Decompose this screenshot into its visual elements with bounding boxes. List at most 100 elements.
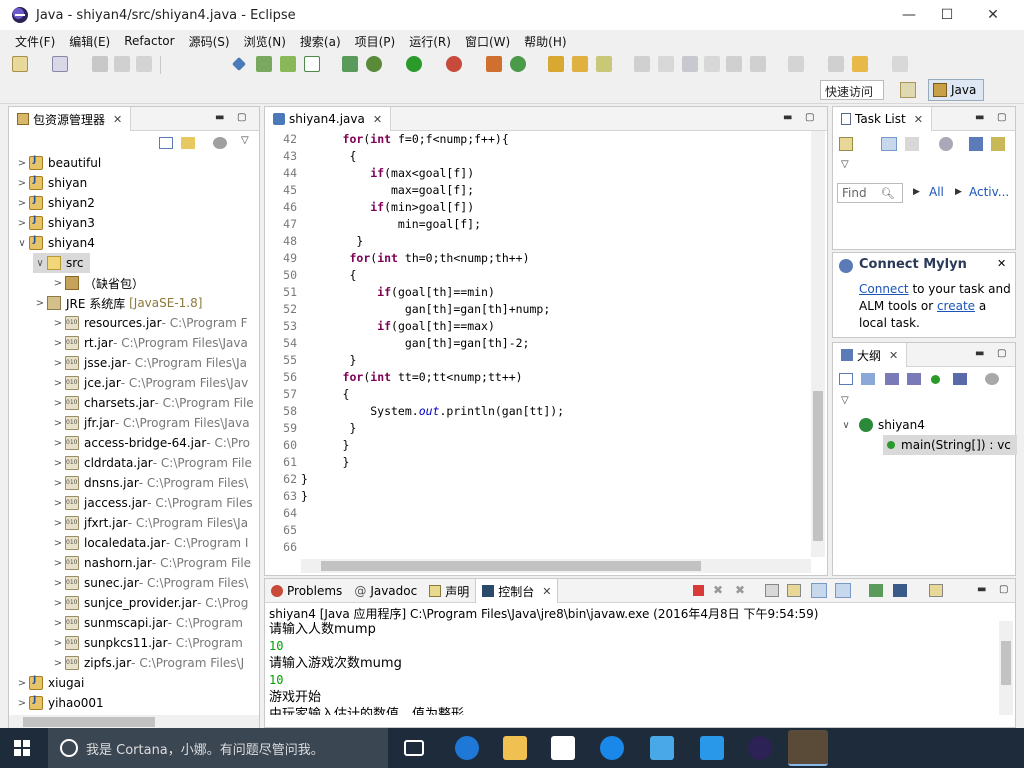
chevron-down-icon[interactable]: ∨ <box>839 420 853 431</box>
create-link[interactable]: create <box>937 299 975 313</box>
minimize-icon[interactable]: ▬ <box>215 112 224 123</box>
tree-jar[interactable]: > sunjce_provider.jar - C:\Prog <box>51 593 248 613</box>
minimize-icon[interactable]: ▬ <box>783 112 792 123</box>
sync-icon[interactable] <box>939 137 953 151</box>
collapse-all-icon[interactable] <box>159 137 173 149</box>
chevron-right-icon[interactable]: > <box>15 698 29 709</box>
chevron-right-icon[interactable]: > <box>51 378 65 389</box>
tree-project-shiyan3[interactable]: > shiyan3 <box>15 213 95 233</box>
chevron-right-icon[interactable]: > <box>51 458 65 469</box>
menu-project[interactable]: 项目(P) <box>348 33 403 50</box>
new-icon[interactable] <box>12 56 28 72</box>
all-link[interactable]: All <box>929 185 944 199</box>
chevron-right-icon[interactable]: > <box>51 418 65 429</box>
maximize-button[interactable]: ☐ <box>924 0 970 30</box>
search-icon[interactable] <box>596 56 612 72</box>
terminate-icon[interactable] <box>693 585 704 596</box>
browser-icon[interactable] <box>600 736 624 760</box>
tree-jar[interactable]: > nashorn.jar - C:\Program File <box>51 553 251 573</box>
scroll-thumb[interactable] <box>1001 641 1011 685</box>
chevron-right-icon[interactable]: > <box>51 498 65 509</box>
menu-run[interactable]: 运行(R) <box>402 33 458 50</box>
categorized-icon[interactable] <box>881 137 897 151</box>
android-icon[interactable] <box>280 56 296 72</box>
console-output[interactable]: 请输入人数mump 10 请输入游戏次数mumg 10 游戏开始 由玩家输入估计的数值，值… <box>265 621 997 715</box>
close-icon[interactable]: ✕ <box>889 349 898 362</box>
open-type-icon[interactable] <box>548 56 564 72</box>
pen-icon[interactable] <box>658 56 674 72</box>
hide-completed-icon[interactable] <box>969 137 983 151</box>
menu-refactor[interactable]: Refactor <box>117 34 181 48</box>
sort-icon[interactable] <box>861 373 875 385</box>
scroll-thumb[interactable] <box>321 561 701 571</box>
tree-project-beautiful[interactable]: > beautiful <box>15 153 101 173</box>
tree-jar[interactable]: > jaccess.jar - C:\Program Files <box>51 493 253 513</box>
tab-shiyan4-java[interactable]: shiyan4.java ✕ <box>265 107 392 131</box>
tree-jar[interactable]: > jce.jar - C:\Program Files\Jav <box>51 373 248 393</box>
chevron-right-icon[interactable]: > <box>15 158 29 169</box>
chevron-right-icon[interactable]: > <box>51 478 65 489</box>
menu-navigate[interactable]: 浏览(N) <box>237 33 293 50</box>
chevron-down-icon[interactable]: ▽ <box>841 395 849 406</box>
pin-console-icon[interactable] <box>869 584 883 597</box>
clear-console-icon[interactable] <box>765 584 779 597</box>
windows-start-icon[interactable] <box>14 740 30 756</box>
chevron-right-icon[interactable]: > <box>51 538 65 549</box>
close-icon[interactable]: ✕ <box>914 113 923 126</box>
chevron-down-icon[interactable]: ∨ <box>15 238 29 249</box>
next-annotation-icon[interactable] <box>750 56 766 72</box>
scroll-thumb[interactable] <box>23 717 155 727</box>
tree-jre-library[interactable]: > JRE 系统库 [JavaSE-1.8] <box>33 293 202 313</box>
chevron-down-icon[interactable]: ∨ <box>33 258 47 269</box>
maximize-icon[interactable]: ▢ <box>997 348 1006 359</box>
tree-jar[interactable]: > dnsns.jar - C:\Program Files\ <box>51 473 248 493</box>
open-folder-icon[interactable] <box>572 56 588 72</box>
hide-static-icon[interactable] <box>907 373 921 385</box>
annotation-icon[interactable] <box>682 56 698 72</box>
chevron-right-icon[interactable]: > <box>51 438 65 449</box>
menu-edit[interactable]: 编辑(E) <box>62 33 117 50</box>
task-view-icon[interactable] <box>404 740 424 756</box>
menu-help[interactable]: 帮助(H) <box>517 33 573 50</box>
save-all-icon[interactable] <box>114 56 130 72</box>
vertical-scrollbar[interactable] <box>811 131 825 557</box>
scheduled-icon[interactable] <box>905 137 919 151</box>
horizontal-scrollbar[interactable] <box>9 715 259 729</box>
tab-declaration[interactable]: 声明 <box>423 579 475 603</box>
tree-project-yihao001[interactable]: > yihao001 <box>15 693 104 713</box>
remove-all-icon[interactable]: ✖ <box>735 583 745 597</box>
menu-source[interactable]: 源码(S) <box>182 33 237 50</box>
maximize-icon[interactable]: ▢ <box>805 112 814 123</box>
chevron-right-icon[interactable]: > <box>51 578 65 589</box>
chevron-right-icon[interactable]: > <box>51 398 65 409</box>
tree-jar[interactable]: > zipfs.jar - C:\Program Files\J <box>51 653 244 673</box>
display-console-icon[interactable] <box>893 584 907 597</box>
back-icon[interactable] <box>852 56 868 72</box>
open-perspective-icon[interactable] <box>900 82 916 98</box>
chevron-right-icon[interactable]: > <box>51 318 65 329</box>
chevron-right-icon[interactable]: > <box>15 178 29 189</box>
chevron-right-icon[interactable]: > <box>15 678 29 689</box>
chevron-right-icon[interactable]: > <box>51 358 65 369</box>
close-icon[interactable]: ✕ <box>373 113 382 126</box>
show-on-output-icon[interactable] <box>811 583 827 598</box>
minimize-icon[interactable]: ▬ <box>977 584 986 595</box>
tree-default-package[interactable]: > （缺省包） <box>51 273 144 293</box>
tab-console[interactable]: 控制台 ✕ <box>475 579 559 603</box>
brush-icon[interactable] <box>634 56 650 72</box>
tree-project-xiugai[interactable]: > xiugai <box>15 673 84 693</box>
tree-jar[interactable]: > jfr.jar - C:\Program Files\Java <box>51 413 250 433</box>
scroll-lock-icon[interactable] <box>787 584 801 597</box>
open-console-icon[interactable] <box>929 584 943 597</box>
view-menu-icon[interactable] <box>213 137 227 149</box>
pin-icon[interactable] <box>231 56 247 72</box>
view-menu-icon[interactable] <box>985 373 999 385</box>
hide-local-types-icon[interactable] <box>953 373 967 385</box>
chevron-down-icon[interactable]: ▽ <box>841 159 849 170</box>
chevron-right-icon[interactable]: > <box>51 518 65 529</box>
tree-jar[interactable]: > access-bridge-64.jar - C:\Pro <box>51 433 250 453</box>
tab-javadoc[interactable]: @ Javadoc <box>348 579 423 603</box>
hide-nonpublic-icon[interactable] <box>931 375 940 384</box>
tree-jar[interactable]: > sunpkcs11.jar - C:\Program <box>51 633 243 653</box>
tree-jar[interactable]: > localedata.jar - C:\Program I <box>51 533 248 553</box>
